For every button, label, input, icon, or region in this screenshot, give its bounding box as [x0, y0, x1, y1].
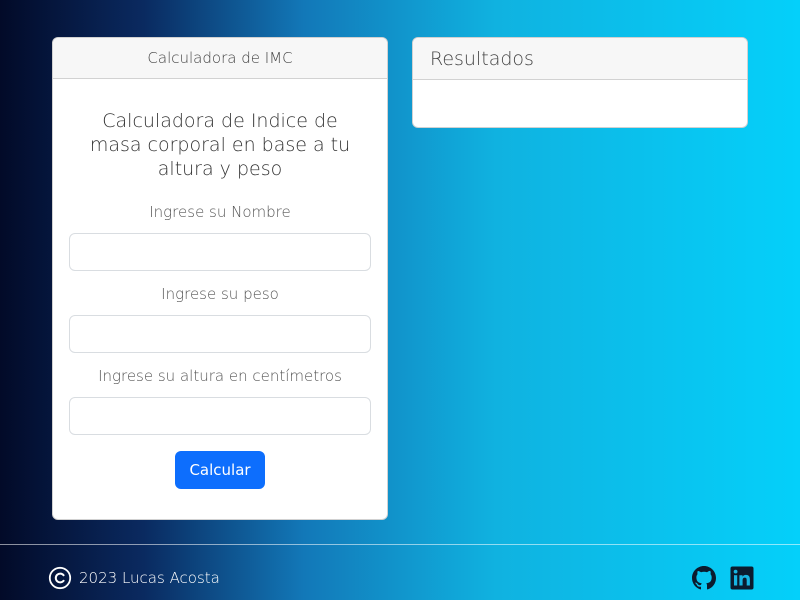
name-label: Ingrese su Nombre — [149, 203, 291, 221]
weight-input[interactable] — [69, 315, 371, 353]
copyright-icon — [48, 566, 72, 590]
calculator-title: Calculadora de Indice de masa corporal e… — [89, 110, 351, 180]
social-links — [692, 566, 754, 590]
height-input[interactable] — [69, 397, 371, 435]
calculator-card: Calculadora de IMC Calculadora de Indice… — [52, 37, 388, 520]
linkedin-icon[interactable] — [730, 566, 754, 590]
weight-label: Ingrese su peso — [161, 285, 279, 303]
github-icon[interactable] — [692, 566, 716, 590]
name-input[interactable] — [69, 233, 371, 271]
copyright: 2023 Lucas Acosta — [48, 566, 220, 590]
calculator-body: Calculadora de Indice de masa corporal e… — [53, 109, 387, 489]
results-header: Resultados — [413, 38, 747, 80]
calculator-header: Calculadora de IMC — [53, 38, 387, 79]
footer-divider — [0, 544, 800, 545]
results-card: Resultados — [412, 37, 748, 128]
copyright-text: 2023 Lucas Acosta — [79, 569, 220, 587]
height-label: Ingrese su altura en centímetros — [98, 367, 342, 385]
footer: 2023 Lucas Acosta — [48, 566, 754, 590]
calculate-button[interactable]: Calcular — [175, 451, 265, 489]
